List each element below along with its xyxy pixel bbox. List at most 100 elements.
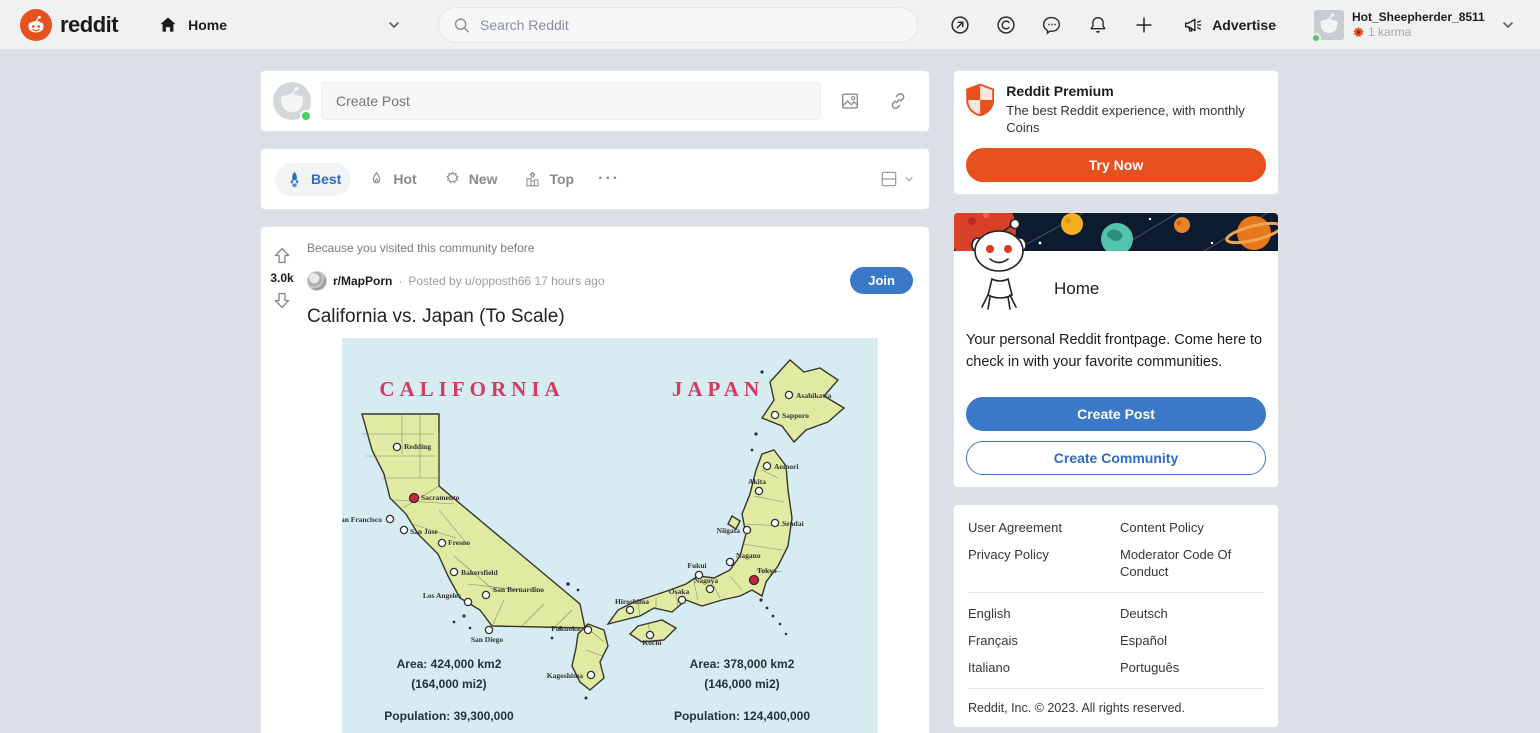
user-menu-chevron-icon xyxy=(1500,17,1516,33)
sort-tab-label: New xyxy=(469,171,498,187)
map-city-label: Asahikawa xyxy=(796,391,832,400)
footer-language-deutsch[interactable]: Deutsch xyxy=(1120,605,1264,622)
map-city-label: Sapporo xyxy=(782,411,809,420)
map-city-dot xyxy=(678,596,685,603)
reddit-logo[interactable]: reddit xyxy=(20,9,118,41)
sort-tab-top[interactable]: Top xyxy=(513,163,584,196)
footer-language-portugues[interactable]: Português xyxy=(1120,659,1264,676)
map-city-dot xyxy=(400,526,407,533)
create-post-avatar[interactable] xyxy=(273,82,311,120)
posted-by-label[interactable]: Posted by u/opposth66 17 hours ago xyxy=(408,274,604,288)
sort-tab-label: Hot xyxy=(393,171,416,187)
map-city-label: San Jose xyxy=(410,527,438,536)
nav-icon-group: Advertise xyxy=(942,7,1286,43)
coins-icon[interactable] xyxy=(988,7,1024,43)
create-post-plus-icon[interactable] xyxy=(1126,7,1162,43)
copyright-notice: Reddit, Inc. © 2023. All rights reserved… xyxy=(968,701,1264,715)
create-community-button[interactable]: Create Community xyxy=(966,441,1266,475)
post-image[interactable]: CALIFORNIA JAPAN xyxy=(342,338,878,733)
sidebar-create-post-button[interactable]: Create Post xyxy=(966,397,1266,431)
footer-language-english[interactable]: English xyxy=(968,605,1112,622)
svg-text:JAPAN: JAPAN xyxy=(672,377,764,401)
footer-link-user-agreement[interactable]: User Agreement xyxy=(968,519,1112,536)
premium-card: Reddit Premium The best Reddit experienc… xyxy=(953,70,1279,195)
sort-tab-new[interactable]: New xyxy=(433,163,508,196)
search-input[interactable] xyxy=(480,17,903,33)
feed-selector-dropdown[interactable]: Home xyxy=(150,7,410,43)
map-city-label: Nagoya xyxy=(694,576,718,585)
page-content: Best Hot New Top xyxy=(0,50,1540,733)
map-city-label: Kochi xyxy=(642,638,661,647)
reddit-wordmark: reddit xyxy=(60,12,118,38)
card-view-switcher[interactable] xyxy=(879,169,915,189)
map-city-dot xyxy=(763,462,770,469)
map-city-dot xyxy=(743,526,750,533)
map-city-dot xyxy=(393,443,400,450)
svg-text:Area: 424,000 km2: Area: 424,000 km2 xyxy=(397,657,502,671)
footer-link-moderator-code[interactable]: Moderator Code Of Conduct xyxy=(1120,546,1264,580)
map-city-label: San Francisco xyxy=(342,515,382,524)
snoo-mascot-icon xyxy=(962,219,1040,315)
new-icon xyxy=(443,170,462,189)
footer-language-italiano[interactable]: Italiano xyxy=(968,659,1112,676)
footer-link-content-policy[interactable]: Content Policy xyxy=(1120,519,1264,536)
chat-icon[interactable] xyxy=(1034,7,1070,43)
search-icon xyxy=(453,16,470,34)
image-post-icon[interactable] xyxy=(831,82,869,120)
premium-shield-icon xyxy=(966,83,994,117)
map-city-dot xyxy=(386,515,393,522)
hot-icon xyxy=(367,170,386,189)
join-button[interactable]: Join xyxy=(850,267,913,294)
footer-link-privacy-policy[interactable]: Privacy Policy xyxy=(968,546,1112,580)
map-city-label: San Bernardino xyxy=(493,585,544,594)
map-city-label: San Diego xyxy=(471,635,504,644)
link-post-icon[interactable] xyxy=(879,82,917,120)
map-city-dot xyxy=(771,519,778,526)
sidebar: Reddit Premium The best Reddit experienc… xyxy=(953,70,1279,733)
chevron-down-icon xyxy=(903,173,915,185)
map-city-dot xyxy=(726,558,733,565)
home-card-title: Home xyxy=(1054,279,1266,299)
online-status-dot xyxy=(1311,33,1321,43)
premium-subtitle: The best Reddit experience, with monthly… xyxy=(1006,102,1266,136)
create-post-card xyxy=(260,70,930,132)
sort-tab-hot[interactable]: Hot xyxy=(357,163,426,196)
feed-selector-label: Home xyxy=(188,17,227,33)
map-city-label: Aomori xyxy=(774,462,799,471)
home-icon xyxy=(158,15,178,35)
subreddit-link[interactable]: r/MapPorn xyxy=(333,274,392,288)
try-now-button[interactable]: Try Now xyxy=(966,148,1266,182)
vote-count: 3.0k xyxy=(270,271,293,285)
home-card-description: Your personal Reddit frontpage. Come her… xyxy=(966,329,1266,373)
svg-text:(164,000 mi2): (164,000 mi2) xyxy=(411,677,486,691)
advertise-label: Advertise xyxy=(1212,17,1276,33)
footer-language-espanol[interactable]: Español xyxy=(1120,632,1264,649)
karma-icon xyxy=(1352,26,1365,39)
map-city-dot xyxy=(438,539,445,546)
map-city-dot xyxy=(750,576,759,585)
post-title[interactable]: California vs. Japan (To Scale) xyxy=(307,306,913,328)
map-city-dot xyxy=(755,487,762,494)
map-city-dot xyxy=(771,411,778,418)
footer-language-francais[interactable]: Français xyxy=(968,632,1112,649)
megaphone-icon xyxy=(1182,14,1204,36)
map-city-dot xyxy=(464,598,471,605)
map-city-label: Nagano xyxy=(736,551,761,560)
sort-overflow-button[interactable]: ··· xyxy=(590,166,628,192)
advertise-button[interactable]: Advertise xyxy=(1172,7,1286,43)
svg-text:(146,000 mi2): (146,000 mi2) xyxy=(704,677,779,691)
svg-text:Area: 378,000 km2: Area: 378,000 km2 xyxy=(690,657,795,671)
search-bar[interactable] xyxy=(438,7,918,43)
map-city-dot xyxy=(587,671,594,678)
map-city-dot xyxy=(626,606,633,613)
create-post-input[interactable] xyxy=(321,82,821,120)
user-menu[interactable]: Hot_Sheepherder_8511 1 karma xyxy=(1310,8,1520,42)
upvote-button[interactable] xyxy=(269,243,295,269)
subreddit-avatar[interactable] xyxy=(307,271,327,291)
popular-icon[interactable] xyxy=(942,7,978,43)
notifications-bell-icon[interactable] xyxy=(1080,7,1116,43)
main-column: Best Hot New Top xyxy=(260,70,930,733)
downvote-button[interactable] xyxy=(269,287,295,313)
map-city-label: Akita xyxy=(748,477,766,486)
sort-tab-best[interactable]: Best xyxy=(275,163,351,196)
